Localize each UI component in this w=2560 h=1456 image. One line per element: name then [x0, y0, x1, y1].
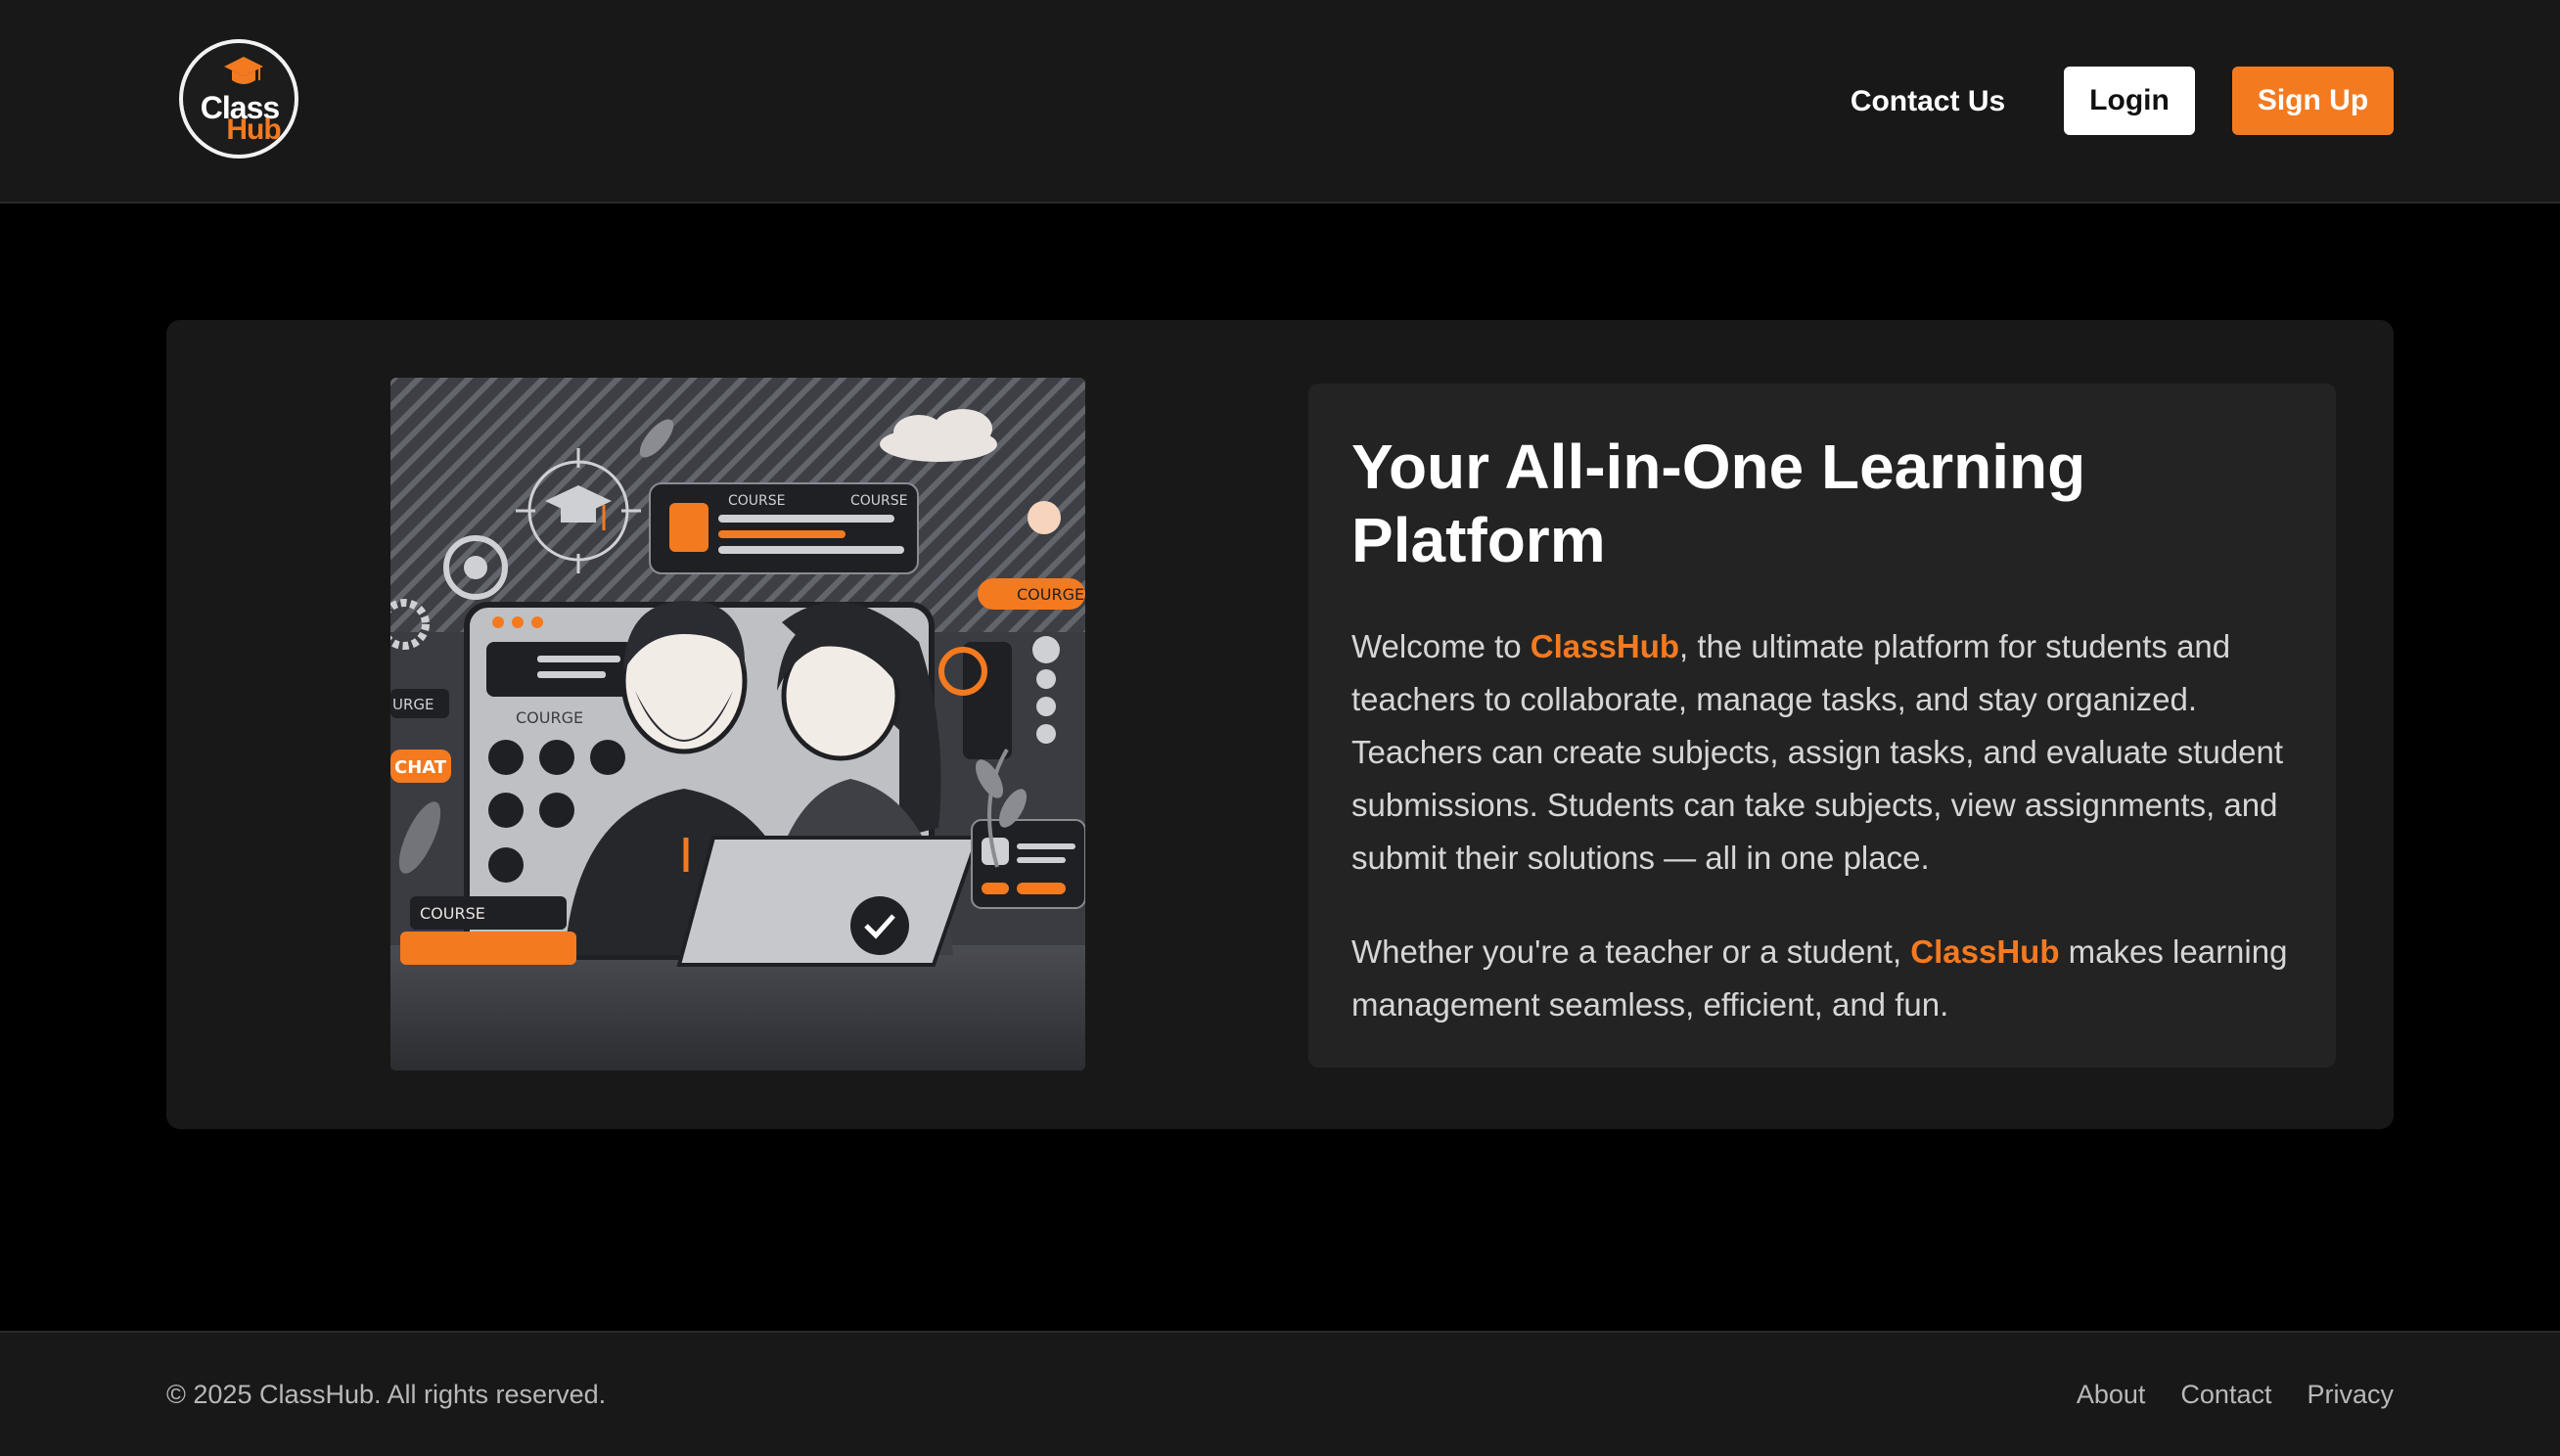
- hero-illustration: COURSE COURSE COURGE URGE CHAT COURGE CO…: [390, 378, 1085, 1070]
- footer-link-privacy[interactable]: Privacy: [2307, 1380, 2394, 1410]
- intro-text-suffix: , the ultimate platform for students and…: [1351, 628, 2284, 876]
- brand-highlight: ClassHub: [1530, 628, 1680, 664]
- svg-text:COURSE: COURSE: [420, 904, 485, 923]
- learning-platform-illustration: COURSE COURSE COURGE URGE CHAT COURGE CO…: [390, 378, 1085, 1070]
- svg-text:COURSE: COURSE: [850, 493, 908, 509]
- svg-text:COURGE: COURGE: [1017, 585, 1084, 604]
- site-footer: © 2025 ClassHub. All rights reserved. Ab…: [0, 1331, 2560, 1456]
- closing-text-prefix: Whether you're a teacher or a student,: [1351, 933, 1911, 970]
- contact-us-link[interactable]: Contact Us: [1830, 68, 2026, 135]
- footer-link-contact[interactable]: Contact: [2180, 1380, 2271, 1410]
- intro-paragraph: Welcome to ClassHub, the ultimate platfo…: [1351, 620, 2293, 885]
- hero-title: Your All-in-One Learning Platform: [1351, 432, 2086, 575]
- copyright-text: © 2025 ClassHub. All rights reserved.: [166, 1380, 607, 1409]
- intro-card: Your All-in-One Learning Platform Welcom…: [1308, 384, 2336, 1068]
- closing-paragraph: Whether you're a teacher or a student, C…: [1351, 926, 2293, 1031]
- svg-text:URGE: URGE: [392, 696, 434, 713]
- brand-highlight: ClassHub: [1910, 933, 2060, 970]
- graduation-cap-icon: [224, 57, 263, 84]
- site-header: Class Hub Contact Us Login Sign Up: [0, 0, 2560, 204]
- svg-text:COURSE: COURSE: [728, 493, 786, 509]
- svg-text:CHAT: CHAT: [394, 757, 447, 778]
- intro-text-prefix: Welcome to: [1351, 628, 1531, 664]
- svg-text:COURGE: COURGE: [516, 708, 583, 727]
- classhub-logo[interactable]: Class Hub: [179, 39, 298, 159]
- footer-links: About Contact Privacy: [2077, 1380, 2394, 1410]
- logo-text-hub: Hub: [226, 114, 281, 146]
- footer-link-about[interactable]: About: [2077, 1380, 2146, 1410]
- hero-section: COURSE COURSE COURGE URGE CHAT COURGE CO…: [166, 320, 2394, 1129]
- signup-button[interactable]: Sign Up: [2232, 67, 2394, 135]
- login-button[interactable]: Login: [2064, 67, 2195, 135]
